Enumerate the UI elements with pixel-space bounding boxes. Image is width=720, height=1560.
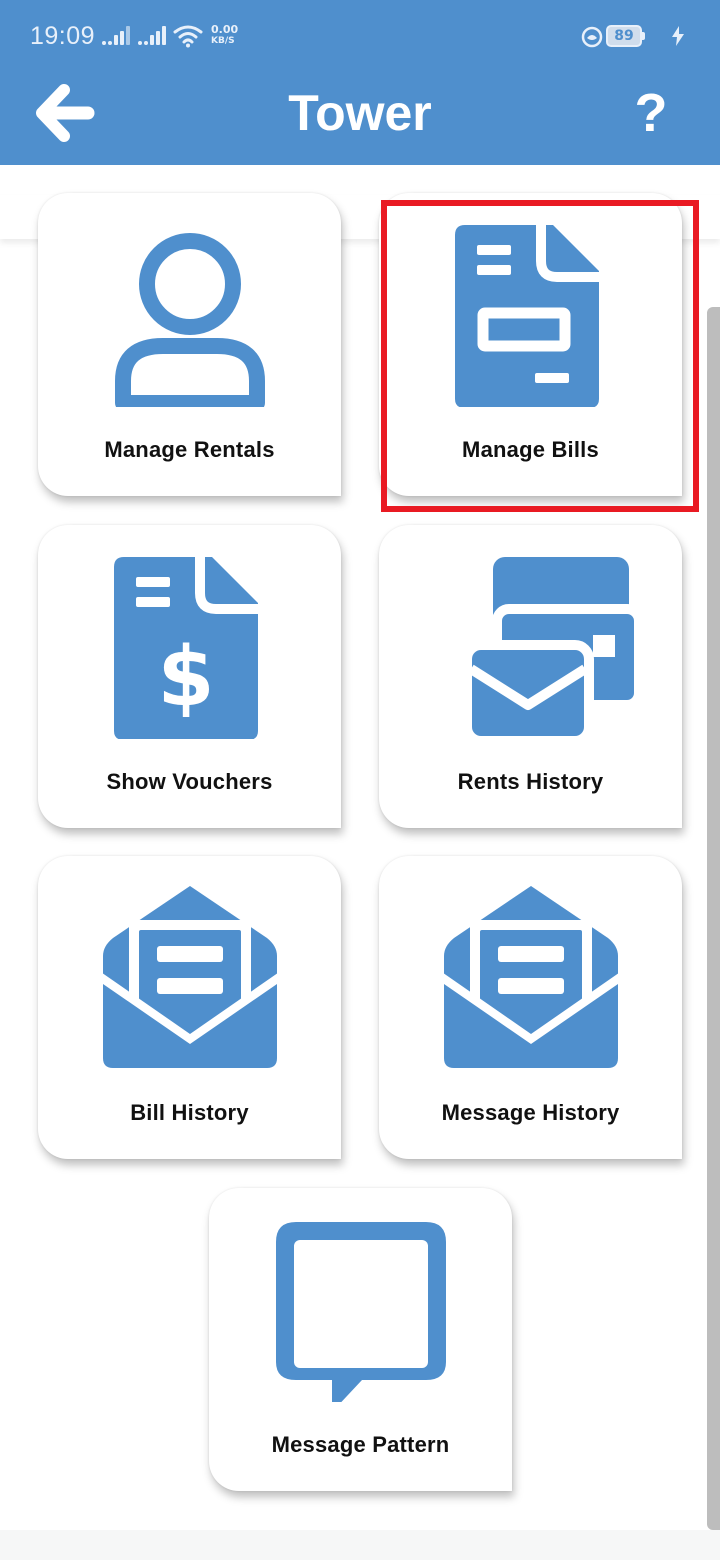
menu-card-show-vouchers[interactable]: $ Show Vouchers bbox=[38, 525, 341, 828]
help-icon: ? bbox=[634, 83, 668, 143]
menu-card-label: Rents History bbox=[457, 769, 604, 794]
menu-card-label: Manage Rentals bbox=[104, 437, 275, 462]
network-speed-value: 0.00 bbox=[211, 23, 239, 36]
arrow-left-icon bbox=[36, 84, 95, 142]
bill-document-icon bbox=[379, 221, 682, 407]
menu-card-label: Message Pattern bbox=[271, 1432, 450, 1457]
signal-icon bbox=[138, 26, 166, 45]
menu-card-label: Bill History bbox=[130, 1100, 249, 1125]
mail-cards-icon bbox=[379, 553, 682, 739]
svg-text:$: $ bbox=[157, 630, 214, 725]
menu-card-message-pattern[interactable]: Message Pattern bbox=[209, 1188, 512, 1491]
status-time: 19:09 bbox=[30, 22, 96, 50]
chat-bubble-icon bbox=[209, 1216, 512, 1402]
app-bar: 19:09 0.00 KB/S 89 Tower ? bbox=[0, 0, 720, 165]
signal-icon bbox=[102, 26, 130, 45]
bottom-band bbox=[0, 1530, 720, 1560]
menu-card-message-history[interactable]: Message History bbox=[379, 856, 682, 1159]
network-speed: 0.00 KB/S bbox=[211, 23, 251, 47]
battery-indicator: 89 bbox=[606, 25, 645, 47]
notification-icon bbox=[581, 26, 603, 48]
page-title: Tower bbox=[288, 85, 432, 141]
scrollbar[interactable] bbox=[707, 307, 720, 1530]
menu-card-bill-history[interactable]: Bill History bbox=[38, 856, 341, 1159]
menu-card-manage-bills[interactable]: Manage Bills bbox=[379, 193, 682, 496]
open-envelope-icon bbox=[379, 884, 682, 1070]
wifi-icon bbox=[173, 25, 203, 48]
charging-icon bbox=[672, 26, 684, 46]
network-speed-unit: KB/S bbox=[211, 36, 235, 46]
menu-card-label: Message History bbox=[441, 1100, 620, 1125]
menu-card-label: Manage Bills bbox=[462, 437, 599, 462]
person-icon bbox=[38, 221, 341, 407]
voucher-dollar-icon: $ bbox=[38, 553, 341, 739]
menu-card-manage-rentals[interactable]: Manage Rentals bbox=[38, 193, 341, 496]
back-button[interactable] bbox=[30, 78, 100, 148]
help-button[interactable]: ? bbox=[620, 82, 682, 144]
status-bar: 19:09 0.00 KB/S 89 bbox=[0, 0, 720, 72]
menu-card-rents-history[interactable]: Rents History bbox=[379, 525, 682, 828]
open-envelope-icon bbox=[38, 884, 341, 1070]
menu-card-label: Show Vouchers bbox=[106, 769, 273, 794]
